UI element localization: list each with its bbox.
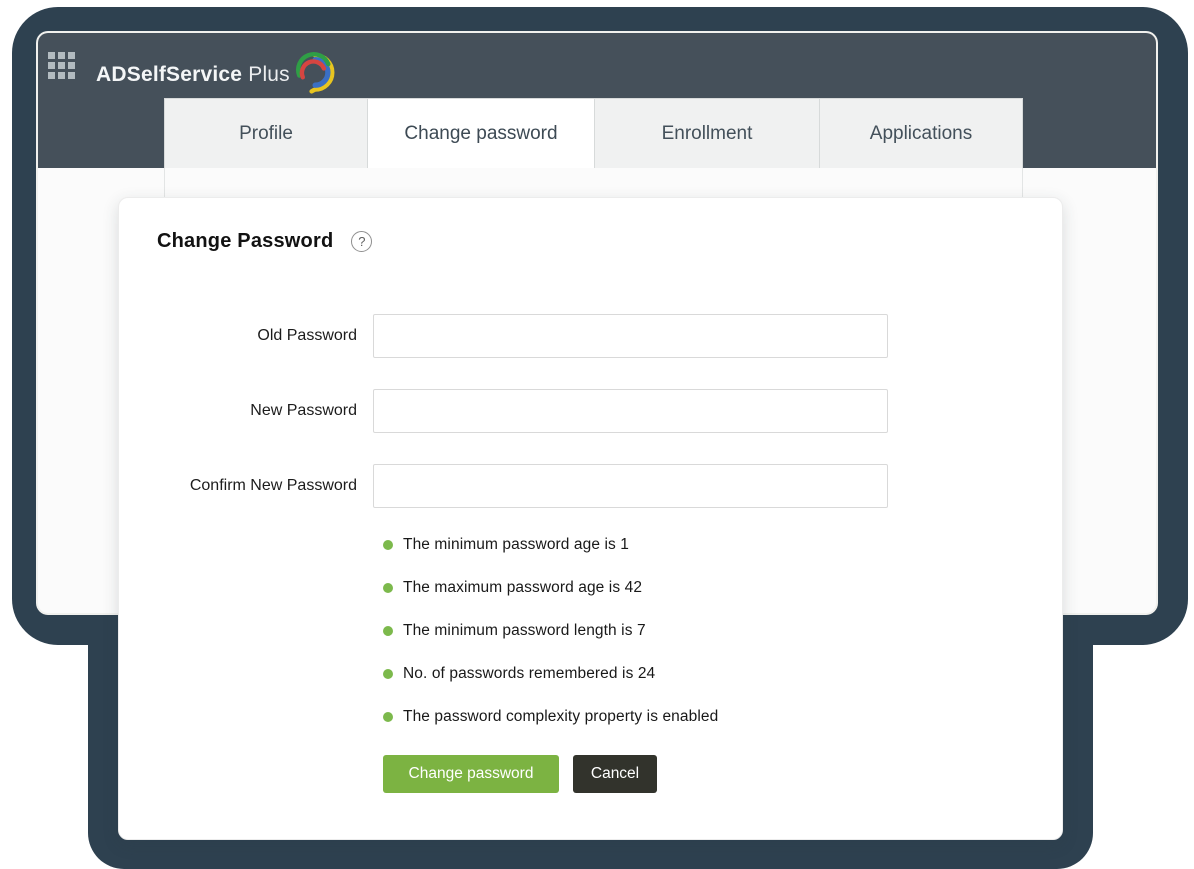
apps-grid-icon[interactable]	[48, 52, 75, 79]
tab-applications[interactable]: Applications	[820, 98, 1023, 168]
tab-change-password-label: Change password	[404, 123, 557, 145]
policy-item: The minimum password age is 1	[383, 523, 718, 566]
policy-text: The password complexity property is enab…	[403, 708, 718, 726]
password-policy-list: The minimum password age is 1 The maximu…	[383, 523, 718, 738]
app-name-light: Plus	[248, 63, 290, 86]
policy-text: No. of passwords remembered is 24	[403, 665, 655, 683]
tab-profile[interactable]: Profile	[164, 98, 368, 168]
policy-text: The minimum password age is 1	[403, 536, 629, 554]
page-title: Change Password	[157, 230, 333, 253]
tab-applications-label: Applications	[870, 123, 972, 145]
confirm-password-row: Confirm New Password	[119, 464, 1062, 508]
help-icon[interactable]: ?	[351, 231, 372, 252]
cancel-button[interactable]: Cancel	[573, 755, 657, 793]
new-password-row: New Password	[119, 389, 1062, 433]
adselfservice-swoosh-icon	[294, 50, 338, 94]
confirm-password-input[interactable]	[373, 464, 888, 508]
policy-text: The maximum password age is 42	[403, 579, 642, 597]
policy-item: The password complexity property is enab…	[383, 695, 718, 738]
policy-item: The maximum password age is 42	[383, 566, 718, 609]
bullet-icon	[383, 712, 393, 722]
policy-item: No. of passwords remembered is 24	[383, 652, 718, 695]
tab-change-password[interactable]: Change password	[368, 98, 595, 168]
form-actions: Change password Cancel	[383, 755, 657, 793]
bullet-icon	[383, 540, 393, 550]
app-logo: ADSelfService Plus	[96, 55, 338, 95]
tab-bar: Profile Change password Enrollment Appli…	[164, 98, 1023, 168]
new-password-label: New Password	[119, 389, 357, 433]
tab-enrollment[interactable]: Enrollment	[595, 98, 820, 168]
tab-enrollment-label: Enrollment	[662, 123, 753, 145]
policy-text: The minimum password length is 7	[403, 622, 646, 640]
change-password-card: Change Password ? Old Password New Passw…	[118, 197, 1063, 840]
tab-profile-label: Profile	[239, 123, 293, 145]
change-password-button[interactable]: Change password	[383, 755, 559, 793]
bullet-icon	[383, 669, 393, 679]
app-name-bold: ADSelfService	[96, 63, 242, 86]
old-password-label: Old Password	[119, 314, 357, 358]
policy-item: The minimum password length is 7	[383, 609, 718, 652]
bullet-icon	[383, 626, 393, 636]
tab-panel-border	[164, 168, 1023, 200]
old-password-input[interactable]	[373, 314, 888, 358]
new-password-input[interactable]	[373, 389, 888, 433]
confirm-password-label: Confirm New Password	[119, 464, 357, 508]
screenshot-stage: ADSelfService Plus Profile Change passwo…	[0, 0, 1194, 869]
bullet-icon	[383, 583, 393, 593]
old-password-row: Old Password	[119, 314, 1062, 358]
